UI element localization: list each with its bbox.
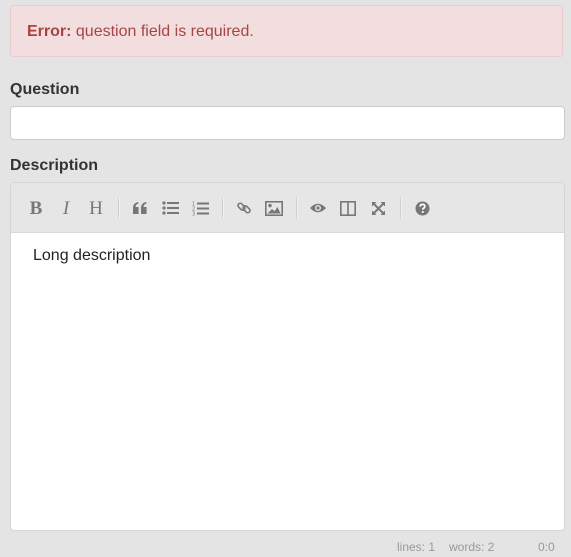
status-words: words: 2: [449, 540, 495, 554]
question-label: Question: [10, 81, 80, 98]
editor-toolbar: B I H 1 2 3: [11, 183, 564, 233]
side-by-side-button[interactable]: [336, 196, 360, 220]
bold-icon: B: [29, 197, 43, 219]
error-prefix: Error:: [27, 23, 72, 40]
heading-button[interactable]: H: [84, 196, 108, 220]
status-cursor: 0:0: [538, 540, 555, 554]
toolbar-separator: [296, 198, 298, 218]
preview-button[interactable]: [306, 196, 330, 220]
fullscreen-button[interactable]: [366, 196, 390, 220]
question-input[interactable]: [10, 106, 565, 140]
toolbar-separator: [400, 198, 402, 218]
markdown-editor: B I H 1 2 3 Long description: [10, 182, 565, 531]
svg-text:3: 3: [192, 211, 195, 216]
form-page: Error: question field is required. Quest…: [0, 0, 571, 557]
help-icon: [415, 201, 429, 215]
image-icon: [265, 200, 283, 216]
status-lines: lines: 1: [397, 540, 436, 554]
heading-icon: H: [89, 197, 103, 219]
description-label: Description: [10, 157, 99, 174]
quote-icon: [133, 202, 147, 214]
toolbar-separator: [222, 198, 224, 218]
italic-button[interactable]: I: [54, 196, 78, 220]
toolbar-separator: [118, 198, 120, 218]
unordered-list-button[interactable]: [158, 196, 182, 220]
side-by-side-icon: [340, 200, 356, 216]
editor-content[interactable]: Long description: [33, 247, 150, 265]
error-message: question field is required.: [71, 23, 254, 40]
unordered-list-icon: [161, 201, 179, 215]
error-alert: Error: question field is required.: [10, 5, 563, 57]
bold-button[interactable]: B: [24, 196, 48, 220]
quote-button[interactable]: [128, 196, 152, 220]
image-button[interactable]: [262, 196, 286, 220]
ordered-list-button[interactable]: 1 2 3: [188, 196, 212, 220]
italic-icon: I: [62, 197, 70, 219]
link-icon: [237, 202, 251, 214]
preview-icon: [310, 203, 326, 213]
fullscreen-icon: [371, 201, 385, 215]
help-button[interactable]: [410, 196, 434, 220]
link-button[interactable]: [232, 196, 256, 220]
ordered-list-icon: 1 2 3: [192, 201, 209, 216]
